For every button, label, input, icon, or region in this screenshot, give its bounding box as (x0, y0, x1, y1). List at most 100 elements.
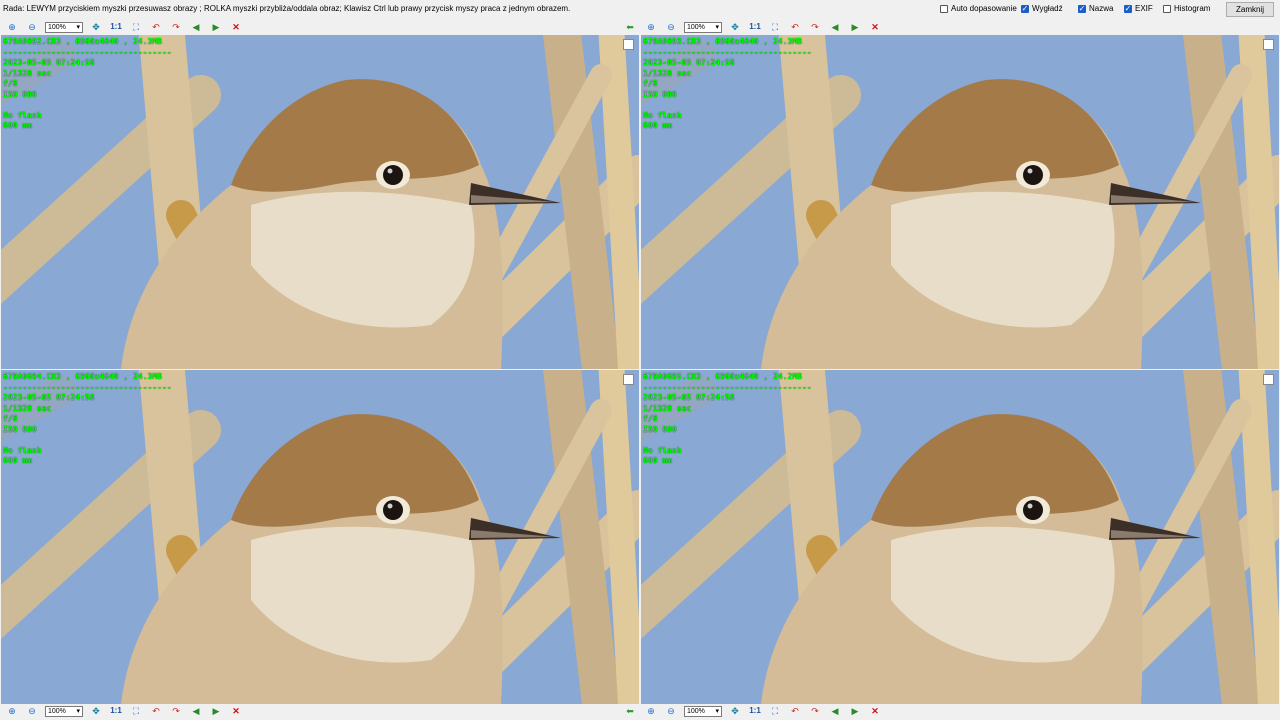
top-bar: Rada: LEWYM przyciskiem myszki przesuwas… (0, 0, 1280, 19)
focal-length: 600 mm (3, 456, 32, 465)
one-to-one-button[interactable]: 1:1 (109, 20, 123, 34)
focal-length: 600 mm (3, 121, 32, 130)
fit-icon[interactable]: ✥ (89, 704, 103, 718)
select-checkbox[interactable] (623, 374, 634, 385)
zoom-out-icon[interactable]: ⊖ (664, 704, 678, 718)
shutter-speed: 1/1328 sec (643, 403, 692, 413)
rotate-left-icon[interactable]: ↶ (149, 704, 163, 718)
image-panel-1[interactable]: 679A0692.CR3 , 6960x4640 , 24.3MB ------… (1, 35, 639, 369)
name-checkbox[interactable]: ✓ Nazwa (1078, 4, 1113, 13)
fit-icon[interactable]: ✥ (728, 20, 742, 34)
rotate-left-icon[interactable]: ↶ (788, 20, 802, 34)
next-image-icon[interactable]: ▶ (848, 704, 862, 718)
close-image-icon[interactable]: ✕ (868, 20, 882, 34)
checkbox-label: Histogram (1174, 4, 1211, 13)
fit-window-icon[interactable]: ⛶ (129, 704, 143, 718)
separator-line: ----------------------------------- (3, 47, 172, 57)
checkbox-label: EXIF (1135, 4, 1153, 13)
close-button[interactable]: Zamknij (1226, 2, 1274, 17)
rotate-right-icon[interactable]: ↷ (808, 20, 822, 34)
capture-date: 2023-05-05 07:24:58 (3, 393, 95, 402)
separator-line: ----------------------------------- (643, 47, 812, 57)
checkbox-box[interactable]: ✓ (1124, 4, 1132, 13)
close-image-icon[interactable]: ✕ (229, 20, 243, 34)
exif-checkbox[interactable]: ✓ EXIF (1124, 4, 1153, 13)
previous-image-icon[interactable]: ◀ (828, 704, 842, 718)
aperture: f/8 (643, 414, 658, 423)
previous-image-icon[interactable]: ◀ (828, 20, 842, 34)
exif-overlay: 679A0693.CR3 , 6960x4640 , 24.3MB ------… (643, 37, 812, 132)
next-image-icon[interactable]: ▶ (209, 704, 223, 718)
previous-image-icon[interactable]: ◀ (189, 20, 203, 34)
rotate-left-icon[interactable]: ↶ (788, 704, 802, 718)
capture-date: 2023-05-05 07:24:58 (3, 58, 95, 67)
close-image-icon[interactable]: ✕ (868, 704, 882, 718)
next-image-icon[interactable]: ▶ (848, 20, 862, 34)
flash: No flash (3, 445, 42, 455)
rotate-right-icon[interactable]: ↷ (169, 20, 183, 34)
zoom-value: 100% (687, 23, 705, 31)
zoom-select[interactable]: 100% ▾ (684, 705, 722, 717)
select-checkbox[interactable] (1263, 39, 1274, 50)
shutter-speed: 1/1328 sec (3, 68, 52, 78)
chevron-down-icon: ▾ (76, 24, 80, 31)
histogram-checkbox[interactable]: Histogram (1163, 4, 1210, 13)
smooth-checkbox[interactable]: ✓ Wygładź (1021, 4, 1063, 13)
checkbox-box[interactable]: ✓ (1021, 4, 1029, 13)
file-name: 679A0694.CR3 , 6960x4640 , 24.3MB (3, 372, 162, 381)
toolbar-bottom-right: ⊕ ⊖ 100% ▾ ✥ 1:1 ⛶ ↶ ↷ ◀ ▶ ✕ (644, 703, 888, 719)
fit-window-icon[interactable]: ⛶ (768, 704, 782, 718)
rotate-left-icon[interactable]: ↶ (149, 20, 163, 34)
next-image-icon[interactable]: ▶ (209, 20, 223, 34)
fit-icon[interactable]: ✥ (728, 704, 742, 718)
image-panel-4[interactable]: 679A0695.CR3 , 6960x4640 , 24.2MB ------… (641, 370, 1279, 704)
checkbox-box[interactable] (1163, 4, 1171, 13)
zoom-select[interactable]: 100% ▾ (684, 21, 722, 33)
auto-fit-checkbox[interactable]: Auto dopasowanie (940, 4, 1017, 13)
arrow-left-icon[interactable]: ⬅ (623, 704, 637, 718)
zoom-in-icon[interactable]: ⊕ (5, 704, 19, 718)
file-name: 679A0692.CR3 , 6960x4640 , 24.3MB (3, 37, 162, 46)
arrow-left-icon[interactable]: ⬅ (623, 20, 637, 34)
fit-icon[interactable]: ✥ (89, 20, 103, 34)
one-to-one-button[interactable]: 1:1 (748, 20, 762, 34)
select-checkbox[interactable] (623, 39, 634, 50)
iso: ISO 800 (3, 424, 37, 434)
chevron-down-icon: ▾ (715, 24, 719, 31)
zoom-out-icon[interactable]: ⊖ (664, 20, 678, 34)
close-image-icon[interactable]: ✕ (229, 704, 243, 718)
fit-window-icon[interactable]: ⛶ (768, 20, 782, 34)
rotate-right-icon[interactable]: ↷ (808, 704, 822, 718)
zoom-out-icon[interactable]: ⊖ (25, 704, 39, 718)
zoom-in-icon[interactable]: ⊕ (644, 704, 658, 718)
zoom-out-icon[interactable]: ⊖ (25, 20, 39, 34)
shutter-speed: 1/1328 sec (643, 68, 692, 78)
file-name: 679A0693.CR3 , 6960x4640 , 24.3MB (643, 37, 802, 46)
chevron-down-icon: ▾ (76, 708, 80, 715)
image-panel-2[interactable]: 679A0693.CR3 , 6960x4640 , 24.3MB ------… (641, 35, 1279, 369)
separator-line: ----------------------------------- (643, 382, 812, 392)
separator-line: ----------------------------------- (3, 382, 172, 392)
fit-window-icon[interactable]: ⛶ (129, 20, 143, 34)
capture-date: 2023-05-05 07:24:58 (643, 58, 735, 67)
checkbox-label: Auto dopasowanie (951, 4, 1017, 13)
zoom-select[interactable]: 100% ▾ (45, 705, 83, 717)
hint-text: Rada: LEWYM przyciskiem myszki przesuwas… (3, 4, 571, 13)
image-panel-3[interactable]: 679A0694.CR3 , 6960x4640 , 24.3MB ------… (1, 370, 639, 704)
checkbox-box[interactable]: ✓ (1078, 4, 1086, 13)
checkbox-box[interactable] (940, 4, 948, 13)
previous-image-icon[interactable]: ◀ (189, 704, 203, 718)
focal-length: 600 mm (643, 456, 672, 465)
one-to-one-button[interactable]: 1:1 (748, 704, 762, 718)
flash: No flash (643, 110, 682, 120)
toolbar-top-left: ⊕ ⊖ 100% ▾ ✥ 1:1 ⛶ ↶ ↷ ◀ ▶ ✕ (5, 19, 249, 35)
zoom-in-icon[interactable]: ⊕ (644, 20, 658, 34)
rotate-right-icon[interactable]: ↷ (169, 704, 183, 718)
zoom-select[interactable]: 100% ▾ (45, 21, 83, 33)
one-to-one-button[interactable]: 1:1 (109, 704, 123, 718)
exif-overlay: 679A0692.CR3 , 6960x4640 , 24.3MB ------… (3, 37, 172, 132)
select-checkbox[interactable] (1263, 374, 1274, 385)
iso: ISO 800 (643, 89, 677, 99)
shutter-speed: 1/1328 sec (3, 403, 52, 413)
zoom-in-icon[interactable]: ⊕ (5, 20, 19, 34)
